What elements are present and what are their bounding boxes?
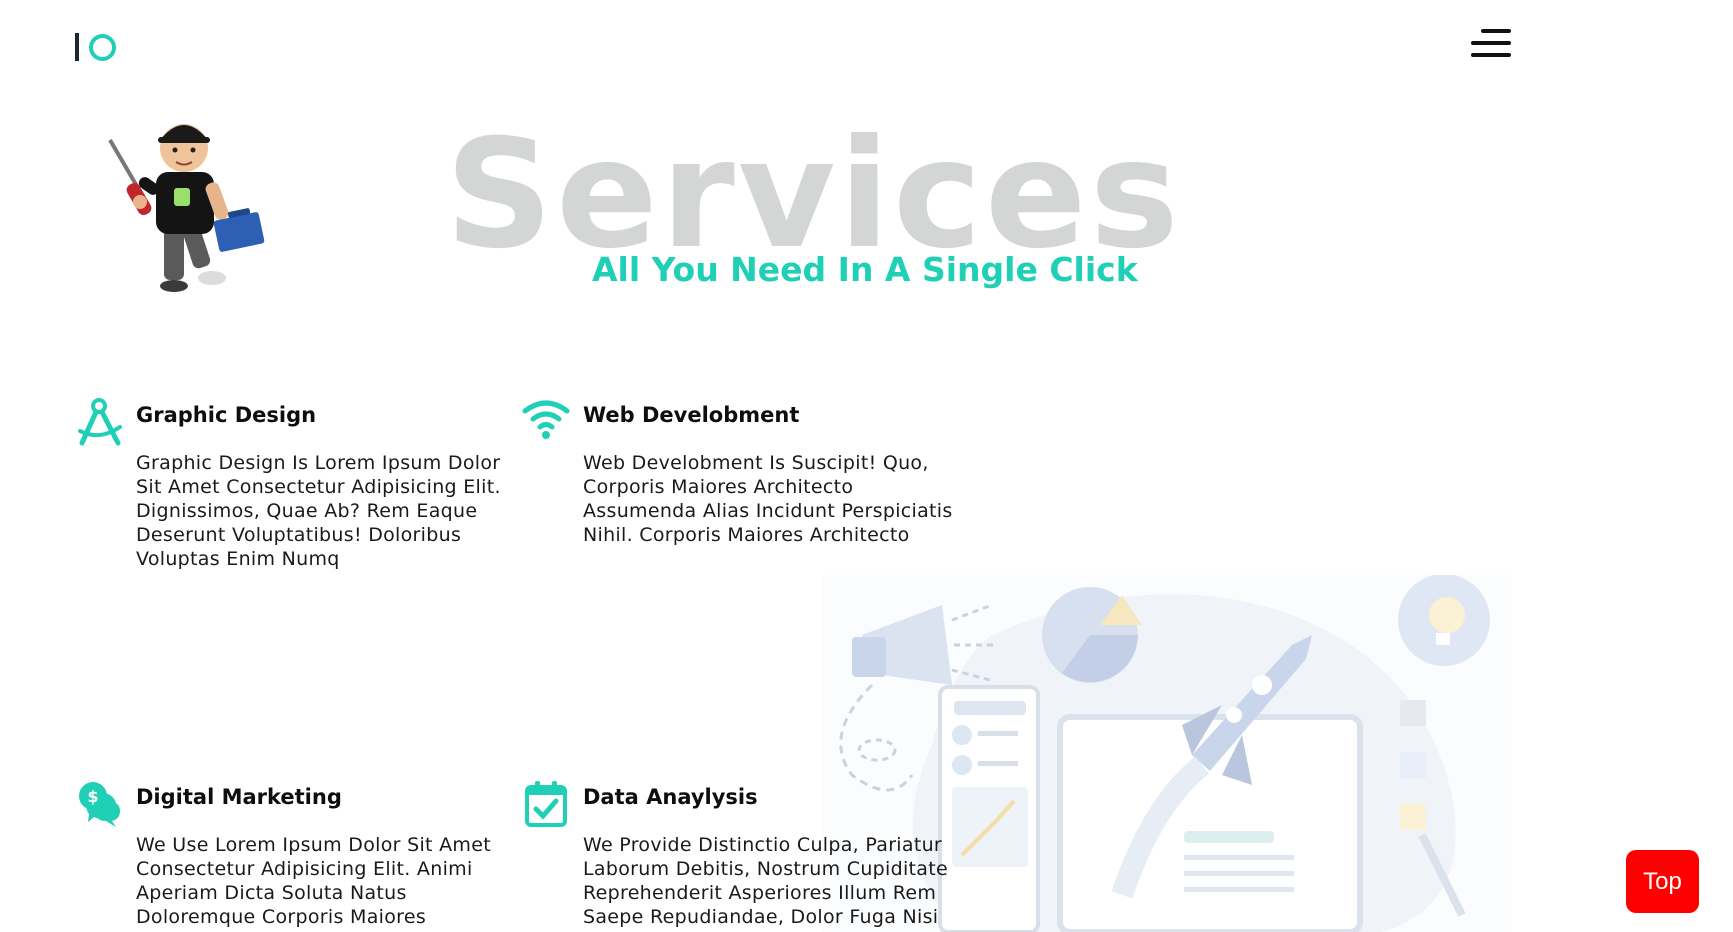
service-description: Web Develobment Is Suscipit! Quo, Corpor…	[583, 452, 953, 546]
service-title: Digital Marketing	[136, 785, 342, 809]
service-title: Graphic Design	[136, 403, 317, 427]
logo-ring	[89, 34, 116, 61]
service-description: We Use Lorem Ipsum Dolor Sit Amet Consec…	[136, 834, 491, 928]
page-subtitle: All You Need In A Single Click	[592, 250, 1138, 289]
service-title: Data Anaylysis	[583, 785, 758, 809]
logo-bar	[75, 33, 79, 61]
calendar-check-icon	[525, 781, 567, 827]
page-title: Services	[445, 108, 1182, 282]
site-logo[interactable]	[74, 30, 120, 62]
hamburger-menu-icon[interactable]	[1471, 28, 1511, 60]
handyman-mascot-illustration	[108, 124, 265, 292]
wifi-icon	[522, 400, 570, 439]
svg-text:$: $	[87, 787, 98, 806]
service-description: We Provide Distinctio Culpa, Pariatur La…	[583, 834, 948, 928]
scroll-to-top-button[interactable]: Top	[1626, 850, 1699, 913]
drafting-compass-icon	[78, 398, 122, 446]
money-chat-icon: $	[79, 782, 120, 827]
service-title: Web Develobment	[583, 403, 800, 427]
service-description: Graphic Design Is Lorem Ipsum Dolor Sit …	[136, 452, 501, 570]
